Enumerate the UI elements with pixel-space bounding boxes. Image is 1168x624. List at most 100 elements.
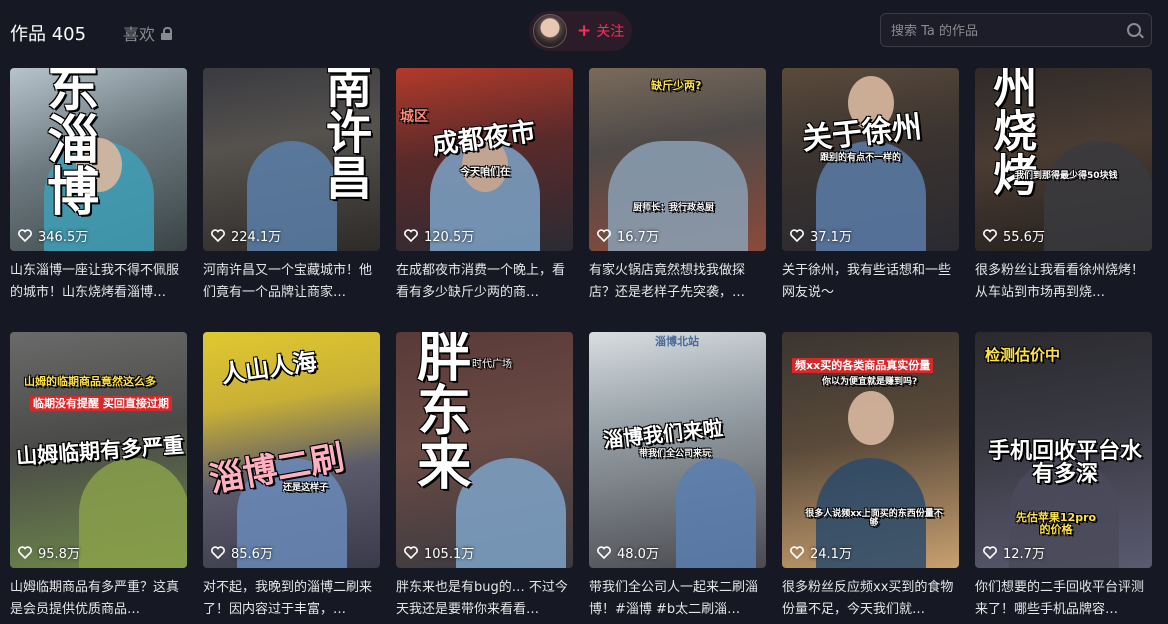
thumbnail-subtitle-2: 临期没有提醒 买回直接过期 bbox=[30, 394, 172, 411]
like-count-value: 16.7万 bbox=[617, 230, 659, 245]
like-count-value: 48.0万 bbox=[617, 547, 659, 562]
video-card[interactable]: 东淄博 346.5万 山东淄博一座让我不得不佩服的城市！山东烧烤看淄博… bbox=[10, 68, 187, 304]
video-description[interactable]: 山东淄博一座让我不得不佩服的城市！山东烧烤看淄博… bbox=[10, 260, 187, 304]
like-count-value: 346.5万 bbox=[38, 230, 89, 245]
video-card[interactable]: 山姆的临期商品竟然这么多 临期没有提醒 买回直接过期 山姆临期有多严重 95.8… bbox=[10, 332, 187, 621]
thumbnail-subtitle: 厨师长：我行政总厨 bbox=[633, 203, 715, 213]
thumbnail-title: 频xx买的各类商品真实份量 bbox=[792, 358, 934, 373]
video-card[interactable]: 频xx买的各类商品真实份量 你以为便宜就是赚到吗? 很多人说频xx上面买的东西份… bbox=[782, 332, 959, 621]
like-count: 24.1万 bbox=[790, 543, 852, 562]
thumbnail-tag: 临期没有提醒 买回直接过期 bbox=[30, 396, 172, 411]
heart-icon bbox=[404, 229, 418, 242]
station-sign: 淄博北站 bbox=[655, 335, 699, 348]
like-count-value: 24.1万 bbox=[810, 547, 852, 562]
video-thumbnail[interactable]: 检测估价中 手机回收平台水有多深 先估苹果12pro的价格 12.7万 bbox=[975, 332, 1152, 568]
like-count-value: 37.1万 bbox=[810, 230, 852, 245]
video-description[interactable]: 河南许昌又一个宝藏城市！他们竟有一个品牌让商家… bbox=[203, 260, 380, 304]
video-thumbnail[interactable]: 关于徐州 跟别的有点不一样的 37.1万 bbox=[782, 68, 959, 251]
like-count: 346.5万 bbox=[18, 226, 88, 245]
like-count: 120.5万 bbox=[404, 226, 474, 245]
thumbnail-subtitle-2: 很多人说频xx上面买的东西份量不够 bbox=[805, 509, 943, 529]
video-card[interactable]: 检测估价中 手机回收平台水有多深 先估苹果12pro的价格 12.7万 你们想要… bbox=[975, 332, 1152, 621]
tab-likes-label: 喜欢 bbox=[123, 25, 156, 44]
follow-pill[interactable]: + 关注 bbox=[529, 11, 632, 51]
video-thumbnail[interactable]: 时代广场 胖东来 105.1万 bbox=[396, 332, 573, 568]
plus-icon: + bbox=[577, 21, 592, 41]
video-description[interactable]: 有家火锅店竟然想找我做探店？还是老样子先突袭，… bbox=[589, 260, 766, 304]
thumbnail-subtitle: 山姆的临期商品竟然这么多 bbox=[24, 375, 156, 388]
search-box[interactable] bbox=[880, 13, 1152, 48]
video-description[interactable]: 在成都夜市消费一个晚上，看看有多少缺斤少两的商… bbox=[396, 260, 573, 304]
like-count-value: 120.5万 bbox=[424, 230, 475, 245]
like-count: 12.7万 bbox=[983, 543, 1045, 562]
like-count: 95.8万 bbox=[18, 543, 80, 562]
heart-icon bbox=[983, 229, 997, 242]
video-card[interactable]: 淄博北站 淄博我们来啦 带我们全公司来玩 48.0万 带我们全公司人一起来二刷淄… bbox=[589, 332, 766, 621]
heart-icon bbox=[18, 546, 32, 559]
heart-icon bbox=[211, 546, 225, 559]
video-card[interactable]: 南许昌 224.1万 河南许昌又一个宝藏城市！他们竟有一个品牌让商家… bbox=[203, 68, 380, 304]
video-description[interactable]: 很多粉丝让我看看徐州烧烤！从车站到市场再到烧… bbox=[975, 260, 1152, 304]
thumbnail-subtitle-2: 还是这样子 bbox=[283, 483, 329, 493]
like-count: 224.1万 bbox=[211, 226, 281, 245]
avatar[interactable] bbox=[533, 14, 567, 48]
like-count: 16.7万 bbox=[597, 226, 659, 245]
profile-tabs-bar: 作品 405 喜欢 + 关注 bbox=[0, 0, 1168, 64]
like-count-value: 95.8万 bbox=[38, 547, 80, 562]
video-description[interactable]: 胖东来也是有bug的… 不过今天我还是要带你来看看… bbox=[396, 577, 573, 621]
thumbnail-subtitle-2: 先估苹果12pro的价格 bbox=[1015, 511, 1097, 536]
video-thumbnail[interactable]: 州烧烤 我们到那得最少得50块钱 55.6万 bbox=[975, 68, 1152, 251]
video-thumbnail[interactable]: 城区 成都夜市 今天咱们在 120.5万 bbox=[396, 68, 573, 251]
like-count-value: 224.1万 bbox=[231, 230, 282, 245]
video-card[interactable]: 人山人海 淄博二刷 还是这样子 85.6万 对不起，我晚到的淄博二刷来了！因内容… bbox=[203, 332, 380, 621]
follow-button[interactable]: + 关注 bbox=[577, 21, 624, 41]
video-thumbnail[interactable]: 缺斤少两? 厨师长：我行政总厨 16.7万 bbox=[589, 68, 766, 251]
like-count: 55.6万 bbox=[983, 226, 1045, 245]
video-card[interactable]: 城区 成都夜市 今天咱们在 120.5万 在成都夜市消费一个晚上，看看有多少缺斤… bbox=[396, 68, 573, 304]
like-count: 85.6万 bbox=[211, 543, 273, 562]
thumbnail-subtitle: 时代广场 bbox=[472, 359, 512, 370]
video-thumbnail[interactable]: 山姆的临期商品竟然这么多 临期没有提醒 买回直接过期 山姆临期有多严重 95.8… bbox=[10, 332, 187, 568]
video-thumbnail[interactable]: 人山人海 淄博二刷 还是这样子 85.6万 bbox=[203, 332, 380, 568]
tab-works[interactable]: 作品 405 bbox=[10, 20, 86, 46]
thumbnail-subtitle: 人山人海 bbox=[219, 347, 319, 389]
thumbnail-title: 胖东来 bbox=[407, 332, 471, 490]
video-card[interactable]: 时代广场 胖东来 105.1万 胖东来也是有bug的… 不过今天我还是要带你来看… bbox=[396, 332, 573, 621]
follow-label: 关注 bbox=[596, 24, 625, 40]
video-card[interactable]: 州烧烤 我们到那得最少得50块钱 55.6万 很多粉丝让我看看徐州烧烤！从车站到… bbox=[975, 68, 1152, 304]
video-thumbnail[interactable]: 南许昌 224.1万 bbox=[203, 68, 380, 251]
thumbnail-title: 东淄博 bbox=[37, 68, 98, 216]
thumbnail-subtitle: 你以为便宜就是赚到吗? bbox=[822, 377, 918, 387]
video-thumbnail[interactable]: 东淄博 346.5万 bbox=[10, 68, 187, 251]
search-icon[interactable] bbox=[1127, 23, 1141, 37]
person-figure bbox=[78, 458, 187, 568]
thumbnail-title: 关于徐州 bbox=[800, 109, 924, 158]
video-thumbnail[interactable]: 淄博北站 淄博我们来啦 带我们全公司来玩 48.0万 bbox=[589, 332, 766, 568]
video-card[interactable]: 缺斤少两? 厨师长：我行政总厨 16.7万 有家火锅店竟然想找我做探店？还是老样… bbox=[589, 68, 766, 304]
thumbnail-subtitle: 检测估价中 bbox=[985, 346, 1061, 364]
heart-icon bbox=[404, 546, 418, 559]
video-thumbnail[interactable]: 频xx买的各类商品真实份量 你以为便宜就是赚到吗? 很多人说频xx上面买的东西份… bbox=[782, 332, 959, 568]
video-description[interactable]: 对不起，我晚到的淄博二刷来了！因内容过于丰富，… bbox=[203, 577, 380, 621]
heart-icon bbox=[790, 229, 804, 242]
thumbnail-side-text: 城区 bbox=[400, 109, 428, 125]
search-input[interactable] bbox=[889, 14, 1123, 48]
thumbnail-tag: 频xx买的各类商品真实份量 bbox=[792, 358, 934, 373]
like-count: 105.1万 bbox=[404, 543, 474, 562]
person-figure bbox=[1043, 141, 1152, 251]
like-count: 48.0万 bbox=[597, 543, 659, 562]
video-description[interactable]: 山姆临期商品有多严重？这真是会员提供优质商品… bbox=[10, 577, 187, 621]
video-card[interactable]: 关于徐州 跟别的有点不一样的 37.1万 关于徐州，我有些话想和一些网友说～ bbox=[782, 68, 959, 304]
video-description[interactable]: 你们想要的二手回收平台评测来了！哪些手机品牌容… bbox=[975, 577, 1152, 621]
lock-icon bbox=[161, 27, 173, 40]
thumbnail-subtitle: 我们到那得最少得50块钱 bbox=[1015, 171, 1118, 181]
person-figure bbox=[676, 458, 757, 568]
heart-icon bbox=[983, 546, 997, 559]
video-description[interactable]: 很多粉丝反应频xx买到的食物份量不足，今天我们就… bbox=[782, 577, 959, 621]
tab-likes[interactable]: 喜欢 bbox=[123, 21, 173, 45]
person-head bbox=[847, 391, 894, 445]
video-description[interactable]: 关于徐州，我有些话想和一些网友说～ bbox=[782, 260, 959, 304]
like-count-value: 55.6万 bbox=[1003, 230, 1045, 245]
thumbnail-title: 缺斤少两? bbox=[651, 79, 702, 92]
video-description[interactable]: 带我们全公司人一起来二刷淄博！#淄博 #b太二刷淄… bbox=[589, 577, 766, 621]
